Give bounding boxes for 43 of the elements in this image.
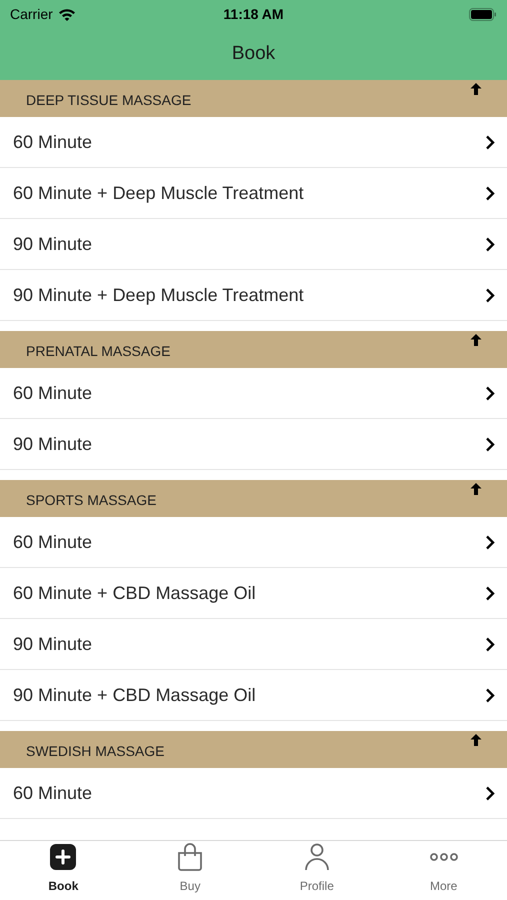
service-label: 60 Minute (13, 530, 92, 554)
carrier-label: Carrier (10, 4, 53, 24)
clock-time: 11:18 AM (223, 4, 284, 24)
service-label: 60 Minute + CBD Massage Oil (13, 582, 256, 605)
service-label: 90 Minute (13, 632, 92, 656)
arrow-up-icon (469, 333, 483, 347)
service-label: 90 Minute + Deep Muscle Treatment (13, 284, 304, 307)
service-label: 90 Minute (13, 232, 92, 256)
battery-icon (469, 8, 497, 20)
chevron-right-icon (485, 288, 495, 302)
chevron-right-icon (485, 786, 495, 800)
wifi-icon (58, 8, 76, 20)
section-header[interactable]: SWEDISH MASSAGE (0, 731, 507, 768)
section-header[interactable]: DEEP TISSUE MASSAGE (0, 80, 507, 117)
chevron-right-icon (485, 386, 495, 400)
more-icon (428, 852, 459, 862)
section-header[interactable]: PRENATAL MASSAGE (0, 331, 507, 368)
chevron-right-icon (485, 586, 495, 600)
service-label: 60 Minute (13, 782, 92, 804)
arrow-up-icon (469, 733, 483, 747)
chevron-right-icon (485, 534, 495, 550)
service-label: 60 Minute + Deep Muscle Treatment (13, 182, 304, 205)
screen-title: Book (232, 42, 276, 66)
tab-bar-item[interactable]: More (380, 841, 507, 900)
service-label: 60 Minute (13, 130, 92, 154)
chevron-right-icon (485, 186, 495, 200)
tab-bar-item[interactable]: Buy (126, 841, 254, 900)
arrow-up-icon (469, 482, 483, 496)
tab-bar-item[interactable]: Profile (254, 841, 380, 900)
arrow-up-icon (469, 82, 483, 96)
chevron-right-icon (485, 636, 495, 652)
service-label: 90 Minute + CBD Massage Oil (13, 684, 256, 707)
plus-icon (49, 843, 78, 871)
section-header[interactable]: SPORTS MASSAGE (0, 480, 507, 517)
person-icon (302, 842, 331, 872)
service-label: 90 Minute (13, 432, 92, 456)
chevron-right-icon (485, 436, 495, 452)
chevron-right-icon (485, 134, 495, 150)
tab-bar-item[interactable]: Book (0, 841, 127, 900)
chevron-right-icon (485, 688, 495, 702)
service-label: 60 Minute (13, 382, 92, 404)
chevron-right-icon (485, 236, 495, 252)
shopping-bag-icon (176, 842, 204, 872)
